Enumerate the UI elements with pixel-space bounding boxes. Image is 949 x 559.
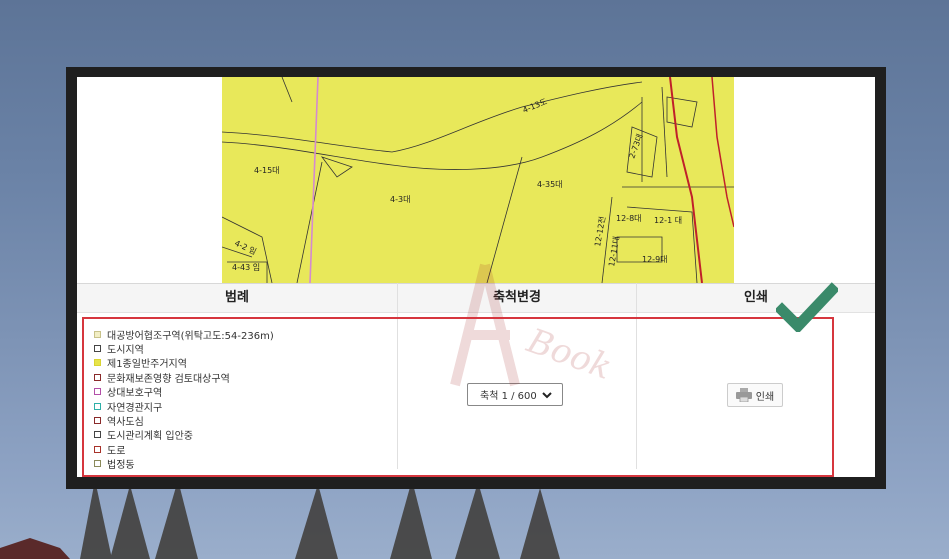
legend-label: 도시지역	[107, 345, 144, 357]
background-trees	[0, 480, 560, 559]
legend-label: 도시관리계획 입안중	[107, 431, 193, 443]
legend-label: 문화재보존영향 검토대상구역	[107, 373, 230, 385]
legend-label: 자연경관지구	[107, 402, 163, 414]
legend-item: 도로	[94, 442, 274, 457]
legend-swatch	[94, 388, 101, 396]
legend-item: 문화재보존영향 검토대상구역	[94, 370, 274, 385]
svg-text:4-43 임: 4-43 임	[232, 263, 260, 272]
check-icon	[776, 282, 838, 332]
svg-text:4-15대: 4-15대	[254, 166, 280, 175]
legend-swatch	[94, 417, 101, 425]
legend-item: 법정동	[94, 457, 274, 471]
svg-text:12-1 대: 12-1 대	[654, 216, 682, 225]
print-header: 인쇄	[744, 290, 768, 305]
legend-item: 제1종일반주거지역	[94, 356, 274, 370]
legend-item: 상대보호구역	[94, 385, 274, 399]
legend-label: 제1종일반주거지역	[107, 359, 187, 371]
legend-item: 자연경관지구	[94, 399, 274, 414]
scale-select-value: 축척 1 / 600	[480, 391, 537, 402]
print-button-label: 인쇄	[755, 391, 775, 403]
legend-label: 대공방어협조구역(위탁고도:54-236m)	[107, 330, 274, 342]
printer-icon	[735, 388, 752, 402]
screenshot-frame: 4-15대 4-3대 4-35대 4-13도 4-2 임 4-43 임 2-73…	[66, 67, 886, 489]
svg-text:12-8대: 12-8대	[616, 214, 642, 223]
legend-swatch	[94, 431, 101, 439]
svg-text:12-9대: 12-9대	[642, 255, 668, 264]
legend-item: 대공방어협조구역(위탁고도:54-236m)	[94, 327, 274, 342]
legend-label: 상대보호구역	[107, 388, 163, 400]
column-divider	[397, 283, 398, 469]
legend-item: 역사도심	[94, 413, 274, 429]
panel-header-row: 범례 축척변경 인쇄	[77, 283, 875, 313]
column-divider	[636, 283, 637, 469]
print-button[interactable]: 인쇄	[727, 383, 783, 407]
legend-swatch	[94, 460, 101, 468]
legend-swatch	[94, 373, 101, 381]
svg-text:4-35대: 4-35대	[537, 180, 563, 189]
legend-swatch	[94, 445, 101, 453]
legend-header: 범례	[225, 290, 249, 305]
legend-swatch	[94, 345, 101, 353]
legend-list: 대공방어협조구역(위탁고도:54-236m) 도시지역 제1종일반주거지역 문화…	[94, 327, 274, 471]
land-use-panel: 4-15대 4-3대 4-35대 4-13도 4-2 임 4-43 임 2-73…	[77, 77, 875, 477]
legend-swatch	[94, 330, 101, 338]
cadastral-map[interactable]: 4-15대 4-3대 4-35대 4-13도 4-2 임 4-43 임 2-73…	[222, 77, 734, 283]
legend-swatch	[94, 402, 101, 410]
legend-item: 도시지역	[94, 341, 274, 357]
legend-item: 도시관리계획 입안중	[94, 428, 274, 442]
legend-label: 법정동	[107, 460, 135, 472]
scale-header: 축척변경	[493, 290, 541, 305]
legend-swatch	[94, 359, 101, 367]
legend-label: 도로	[107, 445, 126, 457]
svg-text:Book: Book	[521, 321, 617, 389]
scale-select[interactable]: 축척 1 / 600	[467, 383, 563, 406]
svg-text:4-3대: 4-3대	[390, 195, 410, 204]
chevron-down-icon	[542, 392, 552, 399]
legend-label: 역사도심	[107, 417, 144, 429]
